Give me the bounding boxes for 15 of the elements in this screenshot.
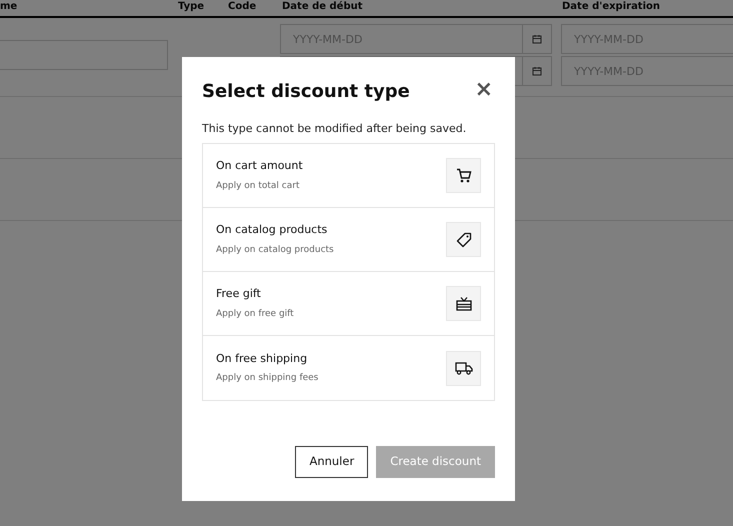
dialog-description: This type cannot be modified after being saved. xyxy=(202,120,468,137)
option-title: On catalog products xyxy=(216,222,328,238)
column-header: Date de début xyxy=(282,2,364,14)
option-title: On cart amount xyxy=(216,158,303,174)
option-title: On free shipping xyxy=(216,350,308,367)
option-subtitle: Apply on catalog products xyxy=(216,244,334,257)
column-header: me xyxy=(0,2,18,14)
option-subtitle: Apply on free gift xyxy=(216,308,294,321)
option-subtitle: Apply on total cart xyxy=(216,180,300,193)
column-header: Type xyxy=(178,2,206,14)
option-subtitle: Apply on shipping fees xyxy=(216,372,318,386)
dialog-title: Select discount type xyxy=(202,81,410,103)
column-header: Code xyxy=(228,2,258,14)
column-header: Date d'expiration xyxy=(562,2,662,14)
option-title: Free gift xyxy=(216,286,262,302)
